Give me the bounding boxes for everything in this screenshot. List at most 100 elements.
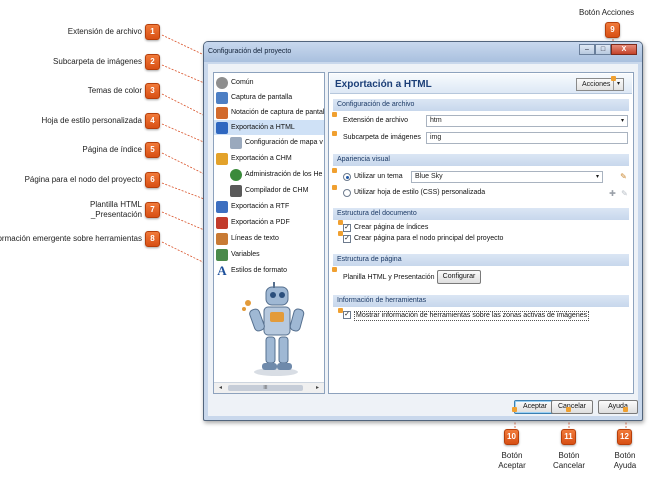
tree-item-label: Estilos de formato [231, 267, 288, 274]
callout-label-4: Hoja de estilo personalizada [41, 116, 142, 125]
section-tooltips: Información de herramientas [333, 295, 629, 307]
theme-select[interactable]: Blue Sky ▾ [411, 171, 603, 183]
window-title: Configuración del proyecto [208, 48, 292, 55]
callout-badge-1: 1 [145, 24, 160, 40]
subfolder-input[interactable]: img [426, 132, 628, 144]
callout-label-10b: Aceptar [498, 461, 526, 470]
callout-badge-5: 5 [145, 142, 160, 158]
close-button[interactable]: X [611, 44, 637, 55]
tree-item-label: Exportación a HTML [231, 124, 295, 131]
callout-badge-8: 8 [145, 231, 160, 247]
callout-label-12a: Botón [614, 451, 636, 460]
configure-template-button[interactable]: Configurar [437, 270, 481, 284]
title-bar[interactable]: Configuración del proyecto – □ X [204, 42, 642, 62]
robot-illustration [242, 282, 305, 376]
screenshot-icon [216, 91, 228, 104]
tree-item-text-lines[interactable]: Líneas de texto [216, 231, 279, 246]
cancel-button[interactable]: Cancelar [551, 400, 593, 414]
callout-label-12b: Ayuda [613, 461, 637, 470]
tree-item-compiler[interactable]: Compilador de CHM [230, 183, 308, 198]
pdf-export-icon [216, 216, 228, 229]
callout-badge-10: 10 [504, 429, 519, 445]
callout-badge-2: 2 [145, 54, 160, 70]
section-document-structure: Estructura del documento [333, 208, 629, 220]
use-theme-radio[interactable] [343, 173, 351, 181]
image-map-icon [230, 136, 242, 149]
window-controls: – □ X [579, 44, 637, 55]
tree-item-notacion[interactable]: Notación de captura de pantal [216, 105, 324, 120]
callout-marker-10 [512, 407, 517, 412]
tree-item-image-map[interactable]: Configuración de mapa v [230, 135, 323, 150]
scroll-thumb[interactable]: III [228, 385, 303, 391]
settings-tree: Común Captura de pantalla Notación de ca… [213, 72, 325, 394]
tree-item-label: Captura de pantalla [231, 94, 293, 101]
help-button[interactable]: Ayuda [598, 400, 638, 414]
callout-marker-7 [332, 267, 337, 272]
callout-badge-9: 9 [605, 22, 620, 38]
extension-label: Extensión de archivo [343, 117, 408, 124]
variables-icon [216, 248, 228, 261]
callout-badge-11: 11 [561, 429, 576, 445]
chm-export-icon [216, 152, 228, 165]
font-style-icon: A [217, 262, 227, 278]
project-settings-dialog: Configuración del proyecto – □ X Común C… [203, 41, 643, 421]
tree-item-html-export[interactable]: Exportación a HTML [214, 120, 324, 135]
callout-marker-4 [332, 185, 337, 190]
callout-marker-2 [332, 131, 337, 136]
annotation-icon [216, 106, 228, 119]
acciones-button[interactable]: Acciones ▾ [576, 78, 624, 91]
panel-header: Exportación a HTML Acciones ▾ [330, 74, 632, 94]
tree-item-comun[interactable]: Común [216, 75, 254, 90]
rtf-export-icon [216, 200, 228, 213]
help-admin-icon [230, 168, 242, 181]
theme-value: Blue Sky [415, 173, 443, 180]
index-page-label: Crear página de índices [354, 224, 429, 231]
use-css-label: Utilizar hoja de estilo (CSS) personaliz… [354, 189, 486, 196]
section-page-structure: Estructura de página [333, 254, 629, 266]
callout-label-11b: Cancelar [552, 461, 585, 470]
callout-marker-12 [623, 407, 628, 412]
index-page-checkbox[interactable]: ✓ [343, 224, 351, 232]
callout-label-9: Botón Acciones [579, 8, 635, 17]
scroll-right-arrow-icon[interactable]: ▸ [312, 383, 323, 393]
ok-button[interactable]: Aceptar [514, 400, 556, 414]
maximize-button[interactable]: □ [595, 44, 611, 55]
section-appearance: Apariencia visual [333, 154, 629, 166]
tree-item-captura[interactable]: Captura de pantalla [216, 90, 292, 105]
gear-icon [216, 76, 228, 89]
tree-item-label: Notación de captura de pantal [231, 109, 325, 116]
tree-item-label: Configuración de mapa v [245, 139, 323, 146]
template-label: Planilla HTML y Presentación [343, 274, 435, 281]
tree-item-label: Administración de los He [245, 171, 323, 178]
tree-item-pdf-export[interactable]: Exportación a PDF [216, 215, 290, 230]
chevron-down-icon: ▾ [620, 118, 624, 124]
edit-css-icon[interactable]: ✎ [620, 189, 629, 198]
callout-label-7b: _Presentación [90, 210, 142, 219]
scroll-left-arrow-icon[interactable]: ◂ [215, 383, 226, 393]
use-css-radio[interactable] [343, 189, 351, 197]
tooltips-label: Mostrar información de herramientas sobr… [354, 311, 590, 321]
callout-label-8: Información emergente sobre herramientas [0, 234, 142, 243]
tooltips-checkbox[interactable]: ✓ [343, 311, 351, 319]
tree-item-format-styles[interactable]: A Estilos de formato [216, 263, 287, 278]
root-node-checkbox[interactable]: ✓ [343, 235, 351, 243]
dialog-client-area: Común Captura de pantalla Notación de ca… [208, 64, 638, 416]
tree-horizontal-scrollbar[interactable]: ◂ III ▸ [214, 382, 324, 393]
extension-select[interactable]: htm ▾ [426, 115, 628, 127]
tree-item-label: Exportación a CHM [231, 155, 292, 162]
tree-item-rtf-export[interactable]: Exportación a RTF [216, 199, 289, 214]
use-theme-label: Utilizar un tema [354, 173, 403, 180]
section-file-config: Configuración de archivo [333, 99, 629, 111]
tree-item-variables[interactable]: Variables [216, 247, 260, 262]
callout-marker-1 [332, 112, 337, 117]
callout-label-11a: Botón [558, 451, 580, 460]
edit-theme-icon[interactable]: ✎ [619, 172, 628, 181]
minimize-button[interactable]: – [579, 44, 595, 55]
tree-item-chm-export[interactable]: Exportación a CHM [216, 151, 292, 166]
callout-badge-4: 4 [145, 113, 160, 129]
add-css-icon[interactable]: ✚ [608, 189, 617, 198]
callout-badge-12: 12 [617, 429, 632, 445]
callout-label-6: Página para el nodo del proyecto [24, 175, 142, 184]
tree-item-help-admin[interactable]: Administración de los He [230, 167, 322, 182]
compiler-icon [230, 184, 242, 197]
